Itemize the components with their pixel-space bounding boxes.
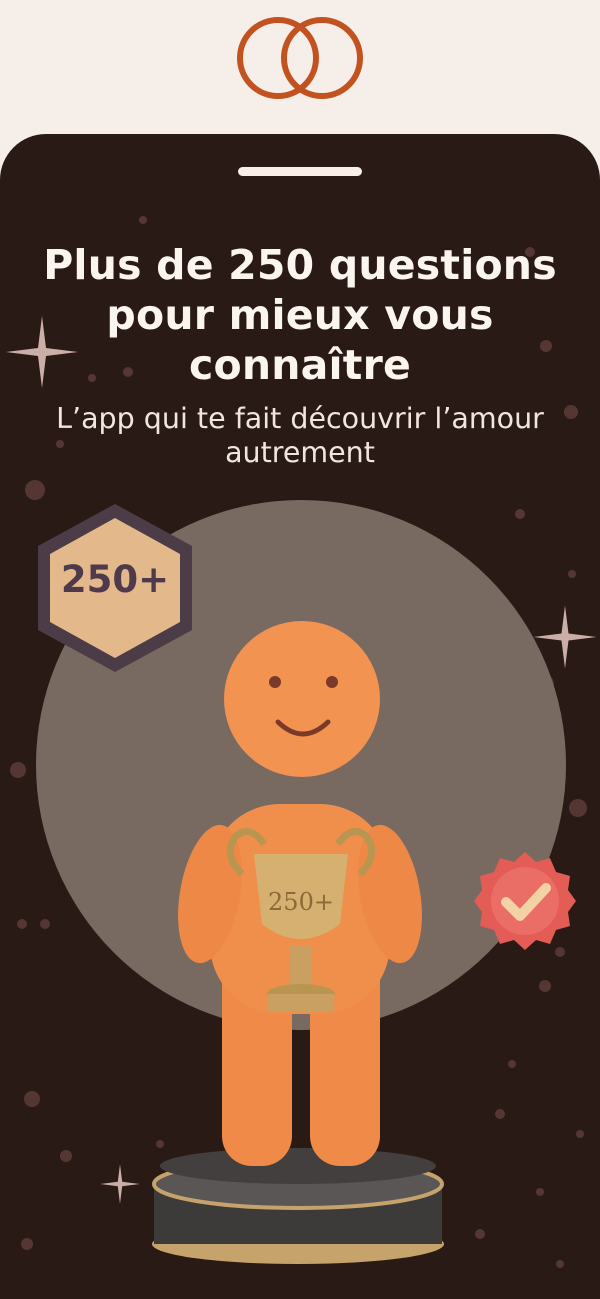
trophy-label: 250+: [268, 888, 334, 916]
app-logo: [228, 14, 372, 104]
sparkle-icon: [6, 316, 78, 388]
page-subtitle: L’app qui te fait découvrir l’amour autr…: [56, 402, 544, 469]
onboarding-card: Plus de 250 questions pour mieux vous co…: [0, 134, 600, 1299]
page-title: Plus de 250 questions pour mieux vous co…: [43, 241, 557, 389]
sparkle-icon: [100, 1164, 140, 1204]
sparkle-icon: [533, 605, 597, 669]
interlocked-rings-icon: [237, 17, 363, 99]
badge-label: 250+: [60, 558, 170, 601]
check-badge: [470, 846, 580, 956]
checkmark-icon: [474, 852, 576, 950]
questions-count-badge: 250+: [32, 500, 198, 676]
